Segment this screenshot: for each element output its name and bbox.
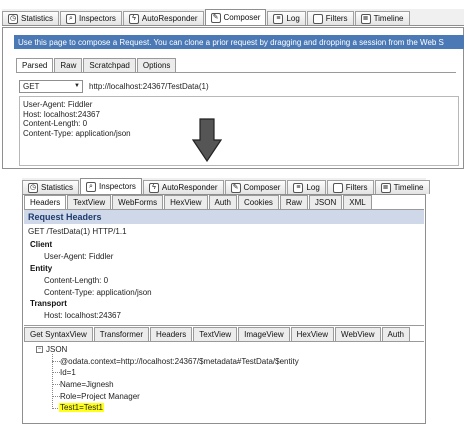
composer-info-bar: Use this page to compose a Request. You … — [14, 35, 464, 49]
subtab-scratchpad[interactable]: Scratchpad — [83, 58, 136, 72]
method-value: GET — [23, 82, 40, 91]
tree-connector — [52, 372, 60, 373]
tab-filters[interactable]: Filters — [306, 11, 354, 25]
group-transport: Transport — [30, 299, 67, 308]
req-tab-hexview[interactable]: HexView — [164, 195, 208, 209]
checkbox-icon — [332, 182, 343, 193]
req-tab-headers[interactable]: Headers — [24, 195, 67, 209]
subtab-raw[interactable]: Raw — [54, 58, 83, 72]
tree-connector — [52, 384, 60, 385]
req-tab-auth[interactable]: Auth — [208, 195, 237, 209]
resp-tab-textview[interactable]: TextView — [193, 327, 238, 341]
tab-timeline-2[interactable]: ≣ Timeline — [374, 180, 430, 194]
resp-tab-hexview[interactable]: HexView — [290, 327, 335, 341]
req-tab-textview[interactable]: TextView — [67, 195, 112, 209]
response-inspector-tabs: Get SyntaxView Transformer Headers TextV… — [24, 325, 424, 342]
arrow-down-icon — [192, 118, 222, 162]
tree-connector — [52, 396, 60, 397]
tree-connector — [52, 361, 60, 362]
json-node-test1-highlighted[interactable]: Test1=Test1 — [59, 403, 104, 412]
stopwatch-icon: ◷ — [28, 182, 38, 193]
top-tabbar: ◷ Statistics ⌕ Inspectors ϟ AutoResponder ✎… — [2, 9, 464, 26]
client-user-agent: User-Agent: Fiddler — [44, 252, 114, 261]
timeline-icon: ≣ — [380, 182, 391, 193]
tab-log-2[interactable]: ≡ Log — [287, 180, 326, 194]
magnifier-icon: ⌕ — [66, 13, 77, 24]
url-field[interactable]: http://localhost:24367/TestData(1) — [89, 82, 209, 91]
resp-tab-imageview[interactable]: ImageView — [238, 327, 290, 341]
req-tab-json[interactable]: JSON — [308, 195, 343, 209]
tree-connector — [52, 354, 53, 409]
collapse-icon[interactable]: − — [36, 346, 43, 353]
log-icon: ≡ — [273, 13, 284, 24]
req-tab-cookies[interactable]: Cookies — [237, 195, 279, 209]
resp-tab-transformer[interactable]: Transformer — [93, 327, 150, 341]
request-line: GET /TestData(1) HTTP/1.1 — [28, 227, 127, 236]
pencil-icon: ✎ — [210, 12, 221, 23]
json-node-role[interactable]: Role=Project Manager — [60, 392, 140, 401]
stopwatch-icon: ◷ — [8, 13, 18, 24]
tab-autoresponder[interactable]: ϟ AutoResponder — [122, 11, 204, 25]
composer-subtabs: Parsed Raw Scratchpad Options — [16, 58, 456, 73]
json-root-node[interactable]: JSON — [46, 345, 67, 354]
resp-tab-syntaxview[interactable]: Get SyntaxView — [24, 327, 93, 341]
bottom-tabbar: ◷ Statistics ⌕ Inspectors ϟ AutoResponder ✎… — [22, 178, 430, 195]
lightning-icon: ϟ — [148, 182, 159, 193]
entity-content-length: Content-Length: 0 — [44, 276, 109, 285]
group-entity: Entity — [30, 264, 53, 273]
request-inspector-tabs: Headers TextView WebForms HexView Auth C… — [24, 195, 424, 210]
request-headers-text: User-Agent: Fiddler Host: localhost:2436… — [23, 100, 131, 138]
group-client: Client — [30, 240, 53, 249]
resp-tab-auth[interactable]: Auth — [381, 327, 410, 341]
req-tab-xml[interactable]: XML — [343, 195, 372, 209]
tab-log[interactable]: ≡ Log — [267, 11, 306, 25]
tab-timeline[interactable]: ≣ Timeline — [354, 11, 410, 25]
entity-content-type: Content-Type: application/json — [44, 288, 152, 297]
tab-statistics[interactable]: ◷ Statistics — [2, 11, 60, 25]
pencil-icon: ✎ — [230, 182, 241, 193]
log-icon: ≡ — [293, 182, 304, 193]
transport-host: Host: localhost:24367 — [44, 311, 121, 320]
req-tab-raw[interactable]: Raw — [279, 195, 308, 209]
tab-statistics-2[interactable]: ◷ Statistics — [22, 180, 80, 194]
chevron-down-icon: ▼ — [74, 83, 80, 89]
json-node-name[interactable]: Name=Jignesh — [60, 380, 114, 389]
tab-composer-2[interactable]: ✎ Composer — [224, 180, 287, 194]
request-headers-title: Request Headers — [24, 210, 424, 224]
resp-tab-headers[interactable]: Headers — [150, 327, 193, 341]
subtab-options[interactable]: Options — [136, 58, 177, 72]
tab-filters-2[interactable]: Filters — [326, 180, 374, 194]
tab-composer[interactable]: ✎ Composer — [204, 9, 267, 25]
req-tab-webforms[interactable]: WebForms — [112, 195, 164, 209]
json-node-odata-context[interactable]: @odata.context=http://localhost:24367/$m… — [60, 357, 299, 366]
tab-inspectors-2[interactable]: ⌕ Inspectors — [80, 178, 142, 194]
subtab-parsed[interactable]: Parsed — [16, 58, 54, 72]
checkbox-icon — [312, 13, 323, 24]
resp-tab-webview[interactable]: WebView — [335, 327, 381, 341]
magnifier-icon: ⌕ — [86, 181, 97, 192]
lightning-icon: ϟ — [128, 13, 139, 24]
timeline-icon: ≣ — [360, 13, 371, 24]
tab-autoresponder-2[interactable]: ϟ AutoResponder — [142, 180, 224, 194]
json-node-id[interactable]: Id=1 — [60, 368, 76, 377]
method-select[interactable]: GET ▼ — [19, 80, 83, 93]
tab-inspectors[interactable]: ⌕ Inspectors — [60, 11, 122, 25]
